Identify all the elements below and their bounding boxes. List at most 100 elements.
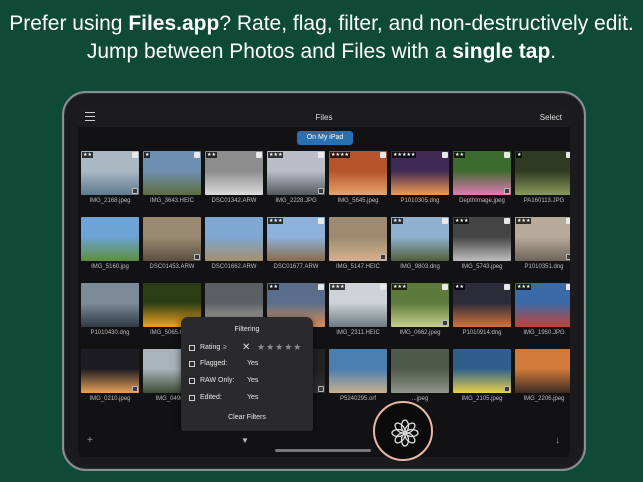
- flag-icon: [504, 152, 510, 158]
- raw-filter-row[interactable]: RAW Only: Yes: [189, 376, 307, 388]
- rating-badge: ★★★: [516, 284, 532, 290]
- flag-icon: [566, 152, 570, 158]
- photo-cell[interactable]: ★★★ P1010351.dng: [515, 217, 570, 277]
- photo-thumbnail[interactable]: ★★★: [515, 283, 570, 327]
- photo-cell[interactable]: ★★★ IMG_2228.JPG: [267, 151, 325, 211]
- rating-badge: ★★★★: [330, 152, 350, 158]
- photo-cell[interactable]: ★★★ DSC01677.ARW: [267, 217, 325, 277]
- photo-cell[interactable]: P5240295.orf: [329, 349, 387, 409]
- edited-checkbox[interactable]: [189, 395, 195, 401]
- location-button[interactable]: On My iPad: [297, 131, 353, 145]
- photo-cell[interactable]: DSC01662.ARW: [205, 217, 263, 277]
- rating-badge: ★★: [206, 152, 217, 158]
- raw-value[interactable]: Yes: [247, 377, 258, 384]
- rating-stars-control[interactable]: ★★★★★: [257, 342, 302, 353]
- flagged-filter-row[interactable]: Flagged: Yes: [189, 359, 307, 371]
- photo-cell[interactable]: ★ PA160113.JPG: [515, 151, 570, 211]
- edited-badge-icon: [442, 320, 448, 326]
- photo-cell[interactable]: ★★★★ IMG_5645.jpeg: [329, 151, 387, 211]
- rating-clear-icon[interactable]: ✕: [242, 342, 250, 353]
- photo-thumbnail[interactable]: ★★★★★: [391, 151, 449, 195]
- photo-thumbnail[interactable]: ★★: [391, 217, 449, 261]
- photo-thumbnail[interactable]: ★★★★: [329, 151, 387, 195]
- rating-operator[interactable]: ≥: [223, 344, 227, 351]
- photo-cell[interactable]: ★★ DSC01342.ARW: [205, 151, 263, 211]
- edited-badge-icon: [194, 254, 200, 260]
- photo-thumbnail[interactable]: [205, 217, 263, 261]
- photo-thumbnail[interactable]: ★★★: [329, 283, 387, 327]
- flag-icon: [442, 218, 448, 224]
- flag-icon: [566, 218, 570, 224]
- photo-cell[interactable]: ★★ IMG_9803.dng: [391, 217, 449, 277]
- photo-cell[interactable]: P1010430.dng: [81, 283, 139, 343]
- photo-thumbnail[interactable]: ★★: [205, 151, 263, 195]
- flag-icon: [504, 284, 510, 290]
- photo-cell[interactable]: DSC01453.ARW: [143, 217, 201, 277]
- flagged-checkbox[interactable]: [189, 361, 195, 367]
- photo-thumbnail[interactable]: ★★: [81, 151, 139, 195]
- photo-cell[interactable]: IMG_2105.jpeg: [453, 349, 511, 409]
- photo-thumbnail[interactable]: [453, 349, 511, 393]
- photo-thumbnail[interactable]: [515, 349, 570, 393]
- flagged-value[interactable]: Yes: [247, 360, 258, 367]
- photo-thumbnail[interactable]: ★★: [453, 283, 511, 327]
- photo-cell[interactable]: ★★★ IMG_5743.jpeg: [453, 217, 511, 277]
- photo-filename: IMG_5743.jpeg: [461, 264, 503, 270]
- photo-thumbnail[interactable]: [391, 349, 449, 393]
- photo-cell[interactable]: ★★★★★ P1010305.dng: [391, 151, 449, 211]
- photo-cell[interactable]: ★★ P1010914.dng: [453, 283, 511, 343]
- photo-thumbnail[interactable]: [81, 217, 139, 261]
- add-icon[interactable]: +: [87, 435, 93, 446]
- rating-checkbox[interactable]: [189, 345, 195, 351]
- photo-thumbnail[interactable]: ★★★: [391, 283, 449, 327]
- photo-thumbnail[interactable]: [81, 283, 139, 327]
- photo-thumbnail[interactable]: ★: [143, 151, 201, 195]
- photo-thumbnail[interactable]: ★★★: [515, 217, 570, 261]
- photo-filename: P1010430.dng: [90, 330, 130, 336]
- photo-cell[interactable]: IMG_0210.jpeg: [81, 349, 139, 409]
- photo-cell[interactable]: ★★★ IMG_1950.JPG: [515, 283, 570, 343]
- photo-thumbnail[interactable]: ★★★: [267, 217, 325, 261]
- photo-filename: P1010305.dng: [400, 198, 440, 204]
- photo-cell[interactable]: IMG_2206.jpeg: [515, 349, 570, 409]
- photo-thumbnail[interactable]: ★★: [453, 151, 511, 195]
- rating-badge: ★★★: [516, 218, 532, 224]
- rating-badge: ★: [516, 152, 523, 158]
- photo-cell[interactable]: ★ IMG_3643.HEIC: [143, 151, 201, 211]
- photos-app-icon[interactable]: [373, 401, 433, 461]
- flag-icon: [318, 218, 324, 224]
- photo-thumbnail[interactable]: [329, 217, 387, 261]
- photo-cell[interactable]: ★★ DepthImage.jpeg: [453, 151, 511, 211]
- rating-badge: ★★★: [454, 218, 470, 224]
- edited-badge-icon: [504, 386, 510, 392]
- photo-thumbnail[interactable]: [143, 217, 201, 261]
- photo-cell[interactable]: ★★★ IMG_0662.jpeg: [391, 283, 449, 343]
- edited-value[interactable]: Yes: [247, 394, 258, 401]
- app-screen: Files Select On My iPad ★★ IMG_2168.jpeg ★…: [78, 107, 570, 457]
- home-indicator: [275, 449, 371, 452]
- rating-badge: ★★★: [268, 152, 284, 158]
- rating-badge: ★★: [392, 218, 403, 224]
- filter-icon[interactable]: ▼: [241, 436, 249, 445]
- edited-badge-icon: [132, 386, 138, 392]
- photo-cell[interactable]: ★★★ IMG_2311.HEIC: [329, 283, 387, 343]
- edited-badge-icon: [318, 386, 324, 392]
- photo-filename: P1010914.dng: [462, 330, 502, 336]
- photo-thumbnail[interactable]: [329, 349, 387, 393]
- clear-filters-button[interactable]: Clear Filters: [181, 414, 313, 421]
- rating-badge: ★★★: [392, 284, 408, 290]
- photo-thumbnail[interactable]: ★★★: [267, 151, 325, 195]
- edited-filter-row[interactable]: Edited: Yes: [189, 393, 307, 405]
- photo-cell[interactable]: IMG_5160.jpg: [81, 217, 139, 277]
- photo-filename: IMG_2105.jpeg: [461, 396, 503, 402]
- select-button[interactable]: Select: [540, 113, 562, 122]
- photo-filename: IMG_0662.jpeg: [399, 330, 441, 336]
- photo-cell[interactable]: ★★ IMG_2168.jpeg: [81, 151, 139, 211]
- raw-checkbox[interactable]: [189, 378, 195, 384]
- photo-thumbnail[interactable]: [81, 349, 139, 393]
- photo-thumbnail[interactable]: ★: [515, 151, 570, 195]
- photo-cell[interactable]: IMG_5147.HEIC: [329, 217, 387, 277]
- photo-cell[interactable]: ...jpeg: [391, 349, 449, 409]
- photo-thumbnail[interactable]: ★★★: [453, 217, 511, 261]
- download-icon[interactable]: ↓: [555, 435, 560, 446]
